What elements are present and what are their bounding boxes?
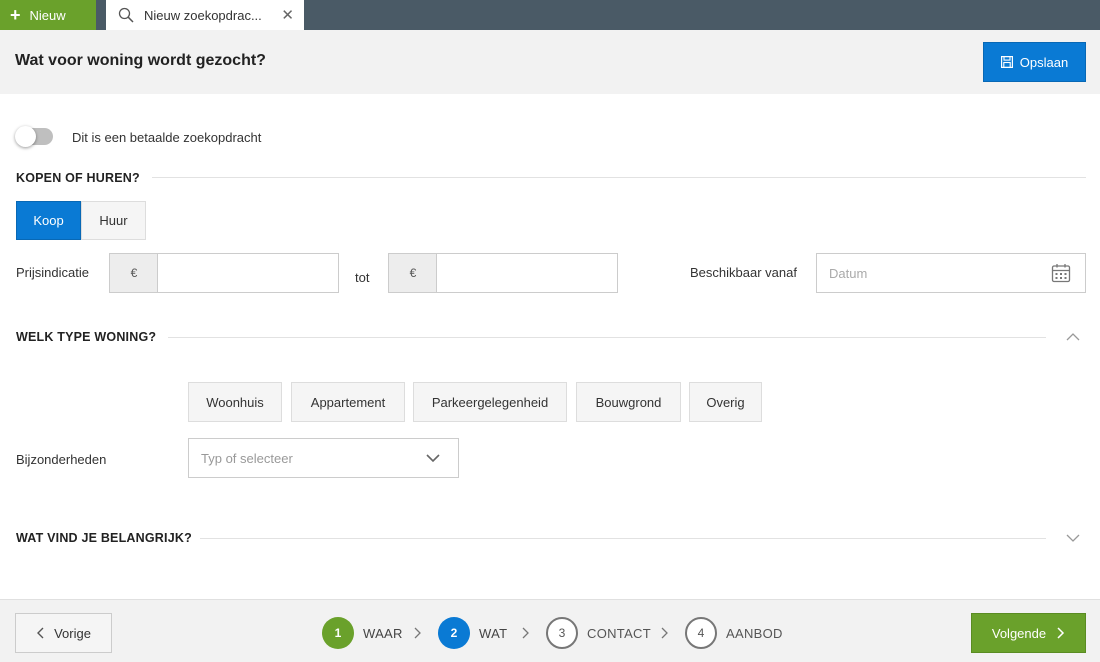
page-title: Wat voor woning wordt gezocht? [15,52,266,69]
type-option-bouwgrond[interactable]: Bouwgrond [576,382,681,422]
step-number: 2 [438,617,470,649]
chevron-right-icon [1057,627,1065,639]
step-label: WAAR [363,625,403,641]
step-label: CONTACT [587,625,651,641]
available-label: Beschikbaar vanaf [690,265,797,280]
plus-icon: + [10,5,21,25]
section-divider [168,337,1046,338]
date-placeholder: Datum [829,265,868,281]
chevron-left-icon [37,627,44,639]
save-button-label: Opslaan [1019,54,1069,70]
step-wat[interactable]: 2 WAT [438,617,507,649]
next-button[interactable]: Volgende [971,613,1086,653]
chevron-right-icon [522,627,529,639]
type-option-woonhuis[interactable]: Woonhuis [188,382,282,422]
buy-option[interactable]: Koop [16,201,81,240]
chevron-right-icon [661,627,668,639]
save-button[interactable]: Opslaan [983,42,1086,82]
new-button[interactable]: + Nieuw [0,0,96,30]
chevron-down-icon[interactable] [1066,533,1080,543]
type-option-overig[interactable]: Overig [689,382,762,422]
wizard-footer: Vorige 1 WAAR 2 WAT 3 CONTACT 4 AANBOD V… [0,599,1100,662]
section-divider [152,177,1086,178]
page-header: Wat voor woning wordt gezocht? Opslaan [0,30,1100,94]
new-button-label: Nieuw [29,7,66,23]
tab-new-search[interactable]: Nieuw zoekopdrac... ✕ [106,0,304,30]
section-title-important: WAT VIND JE BELANGRIJK? [16,531,192,545]
paid-toggle-label: Dit is een betaalde zoekopdracht [72,130,262,145]
search-icon [118,7,134,23]
next-button-label: Volgende [991,625,1047,641]
price-to-input[interactable] [436,253,618,293]
rent-option[interactable]: Huur [81,201,146,240]
step-number: 1 [322,617,354,649]
chevron-up-icon[interactable] [1066,332,1080,342]
currency-addon-to: € [388,253,437,293]
chevron-down-icon [426,454,440,463]
details-placeholder: Typ of selecteer [201,450,293,466]
step-number: 4 [685,617,717,649]
paid-toggle[interactable] [15,126,53,147]
price-to-label: tot [355,270,370,285]
type-option-parkeergelegenheid[interactable]: Parkeergelegenheid [413,382,567,422]
section-title-home-type: WELK TYPE WONING? [16,330,157,344]
toggle-knob [15,126,36,147]
step-contact[interactable]: 3 CONTACT [546,617,651,649]
step-label: WAT [479,625,508,641]
previous-button-label: Vorige [54,625,91,641]
close-icon[interactable]: ✕ [281,6,294,24]
price-from-input[interactable] [157,253,339,293]
calendar-icon[interactable] [1051,263,1071,283]
save-icon [1000,56,1013,68]
currency-addon-from: € [109,253,158,293]
previous-button[interactable]: Vorige [15,613,112,653]
chevron-right-icon [414,627,421,639]
available-date-input[interactable]: Datum [816,253,1086,293]
step-waar[interactable]: 1 WAAR [322,617,403,649]
step-number: 3 [546,617,578,649]
price-label: Prijsindicatie [16,265,89,280]
section-title-buy-rent: KOPEN OF HUREN? [16,171,140,185]
step-label: AANBOD [726,625,783,641]
step-aanbod[interactable]: 4 AANBOD [685,617,783,649]
tab-label: Nieuw zoekopdrac... [144,7,262,23]
type-option-appartement[interactable]: Appartement [291,382,405,422]
top-bar: + Nieuw Nieuw zoekopdrac... ✕ [0,0,1100,30]
details-select[interactable]: Typ of selecteer [188,438,459,478]
details-label: Bijzonderheden [16,452,107,467]
section-divider [200,538,1046,539]
